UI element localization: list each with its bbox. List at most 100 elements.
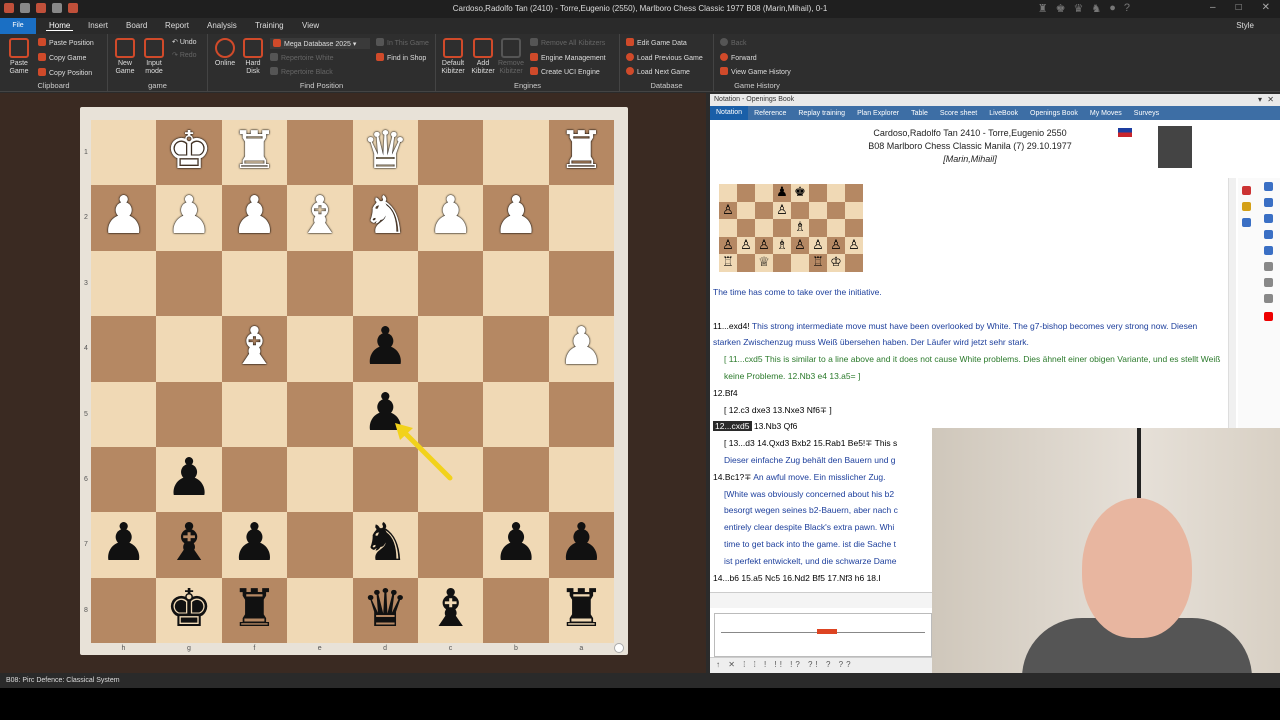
board-square[interactable] bbox=[418, 250, 484, 317]
redo-button[interactable]: ↷ Redo bbox=[172, 51, 197, 59]
black-rook-icon[interactable]: ♜ bbox=[549, 578, 614, 643]
tool-icon[interactable] bbox=[1264, 294, 1273, 303]
tab-board[interactable]: Board bbox=[126, 21, 147, 30]
board-square[interactable] bbox=[221, 250, 288, 317]
tab-home[interactable]: Home bbox=[46, 21, 74, 31]
king-icon[interactable]: ♚ bbox=[1056, 2, 1066, 15]
rook-icon[interactable]: ♜ bbox=[1038, 2, 1048, 15]
tab-reference[interactable]: Reference bbox=[748, 110, 792, 117]
repertoire-white-button[interactable]: Repertoire White bbox=[270, 53, 334, 62]
board-square[interactable] bbox=[287, 381, 353, 447]
tab-analysis[interactable]: Analysis bbox=[207, 21, 237, 30]
find-in-shop-button[interactable]: Find in Shop bbox=[376, 53, 426, 62]
pin-panel-icon[interactable]: ▾ bbox=[1258, 95, 1262, 104]
copy-game-button[interactable]: Copy Game bbox=[38, 53, 86, 62]
white-pawn-icon[interactable]: ♟ bbox=[549, 316, 614, 381]
white-bishop-icon[interactable]: ♝ bbox=[222, 316, 287, 381]
tool-icon[interactable] bbox=[1264, 278, 1273, 287]
repertoire-black-button[interactable]: Repertoire Black bbox=[270, 67, 333, 76]
tool-icon[interactable] bbox=[1264, 182, 1273, 191]
tab-my-moves[interactable]: My Moves bbox=[1084, 110, 1128, 117]
black-pawn-icon[interactable]: ♟ bbox=[91, 512, 156, 577]
edit-game-data-button[interactable]: Edit Game Data bbox=[626, 38, 687, 47]
stop-icon[interactable] bbox=[1264, 312, 1273, 321]
load-next-game-button[interactable]: Load Next Game bbox=[626, 67, 690, 76]
forward-button[interactable]: Forward bbox=[720, 53, 757, 62]
white-pawn-icon[interactable]: ♟ bbox=[222, 185, 287, 250]
view-game-history-button[interactable]: View Game History bbox=[720, 67, 791, 76]
user-icon[interactable]: ● bbox=[1109, 2, 1116, 15]
undo-button[interactable]: ↶ Undo bbox=[172, 38, 197, 46]
board-square[interactable] bbox=[483, 577, 549, 644]
remove-all-kibitzers-button[interactable]: Remove All Kibitzers bbox=[530, 38, 605, 47]
copy-position-button[interactable]: Copy Position bbox=[38, 68, 92, 77]
back-button[interactable]: Back bbox=[720, 38, 747, 47]
board-square[interactable] bbox=[287, 120, 353, 186]
board-square[interactable] bbox=[156, 250, 222, 317]
in-this-game-button[interactable]: In This Game bbox=[376, 38, 429, 47]
evaluation-graph[interactable] bbox=[714, 613, 932, 657]
white-pawn-icon[interactable]: ♟ bbox=[418, 185, 483, 250]
move-line[interactable]: 11...exd4! This strong intermediate move… bbox=[713, 318, 1223, 352]
board-square[interactable] bbox=[221, 381, 288, 447]
board-square[interactable] bbox=[287, 316, 353, 382]
database-select[interactable]: Mega Database 2025 ▾ bbox=[270, 38, 370, 49]
board-square[interactable] bbox=[548, 447, 615, 513]
board-square[interactable] bbox=[483, 316, 549, 382]
tab-openings-book[interactable]: Openings Book bbox=[1024, 110, 1084, 117]
tool-icon[interactable] bbox=[1264, 246, 1273, 255]
paste-game-button[interactable]: Paste Game bbox=[6, 38, 32, 76]
black-pawn-icon[interactable]: ♟ bbox=[353, 382, 418, 447]
board-square[interactable] bbox=[483, 120, 549, 186]
white-pawn-icon[interactable]: ♟ bbox=[91, 185, 156, 250]
board-square[interactable] bbox=[548, 250, 615, 317]
notation-scrollbar[interactable] bbox=[1228, 178, 1236, 430]
create-uci-engine-button[interactable]: Create UCI Engine bbox=[530, 67, 600, 76]
white-king-icon[interactable]: ♚ bbox=[156, 120, 221, 185]
current-move[interactable]: 12...cxd5 bbox=[713, 421, 752, 432]
white-bishop-icon[interactable]: ♝ bbox=[287, 185, 352, 250]
black-king-icon[interactable]: ♚ bbox=[156, 578, 221, 643]
minimize-icon[interactable]: – bbox=[1210, 2, 1216, 13]
board-square[interactable] bbox=[91, 316, 157, 382]
board-square[interactable] bbox=[418, 120, 484, 186]
close-panel-icon[interactable]: ✕ bbox=[1267, 95, 1274, 104]
default-kibitzer-button[interactable]: Default Kibitzer bbox=[440, 38, 466, 76]
board-square[interactable] bbox=[221, 447, 288, 513]
paste-position-button[interactable]: Paste Position bbox=[38, 38, 94, 47]
board-square[interactable] bbox=[91, 250, 157, 317]
black-rook-icon[interactable]: ♜ bbox=[222, 578, 287, 643]
maximize-icon[interactable]: □ bbox=[1236, 2, 1242, 13]
flag-uk-icon[interactable] bbox=[1242, 186, 1251, 195]
flag-de-icon[interactable] bbox=[1242, 202, 1251, 211]
input-mode-button[interactable]: Input mode bbox=[141, 38, 167, 76]
queen-icon[interactable]: ♛ bbox=[1073, 2, 1083, 15]
board-square[interactable] bbox=[287, 512, 353, 578]
load-previous-game-button[interactable]: Load Previous Game bbox=[626, 53, 703, 62]
tool-icon[interactable] bbox=[1264, 198, 1273, 207]
engine-management-button[interactable]: Engine Management bbox=[530, 53, 606, 62]
white-knight-icon[interactable]: ♞ bbox=[353, 185, 418, 250]
tab-plan-explorer[interactable]: Plan Explorer bbox=[851, 110, 905, 117]
close-icon[interactable]: ✕ bbox=[1262, 2, 1270, 13]
board-square[interactable] bbox=[352, 447, 418, 513]
online-button[interactable]: Online bbox=[212, 38, 238, 68]
board-square[interactable] bbox=[418, 381, 484, 447]
tab-notation[interactable]: Notation bbox=[710, 106, 749, 120]
black-pawn-icon[interactable]: ♟ bbox=[156, 447, 221, 512]
tab-livebook[interactable]: LiveBook bbox=[983, 110, 1024, 117]
board-square[interactable] bbox=[352, 250, 418, 317]
tab-report[interactable]: Report bbox=[165, 21, 189, 30]
board-square[interactable] bbox=[483, 381, 549, 447]
board-square[interactable] bbox=[483, 250, 549, 317]
board-square[interactable] bbox=[548, 381, 615, 447]
board-square[interactable] bbox=[287, 250, 353, 317]
variation-line[interactable]: [ 12.c3 dxe3 13.Nxe3 Nf6∓ ] bbox=[713, 402, 1223, 419]
tab-view[interactable]: View bbox=[302, 21, 319, 30]
help-icon[interactable]: ? bbox=[1124, 2, 1130, 15]
tool-icon[interactable] bbox=[1264, 230, 1273, 239]
white-rook-icon[interactable]: ♜ bbox=[222, 120, 287, 185]
tab-training[interactable]: Training bbox=[255, 21, 284, 30]
board-square[interactable] bbox=[91, 577, 157, 644]
black-bishop-icon[interactable]: ♝ bbox=[156, 512, 221, 577]
